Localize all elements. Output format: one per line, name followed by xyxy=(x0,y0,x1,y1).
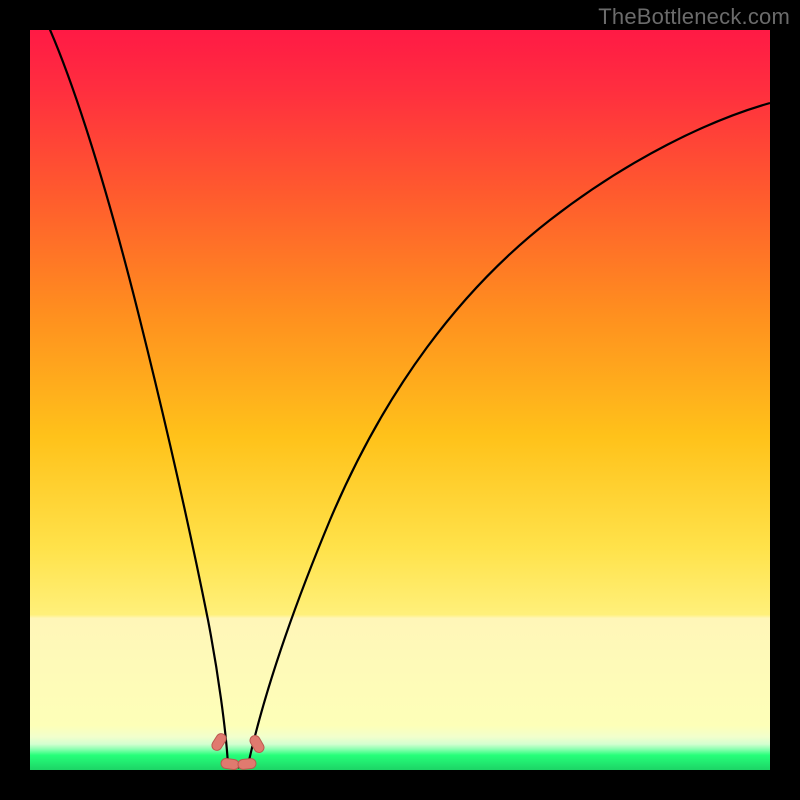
watermark-text: TheBottleneck.com xyxy=(598,4,790,30)
gradient-bg xyxy=(30,30,770,770)
chart-svg xyxy=(30,30,770,770)
marker-3 xyxy=(238,758,257,770)
chart-frame: TheBottleneck.com xyxy=(0,0,800,800)
plot-area xyxy=(30,30,770,770)
